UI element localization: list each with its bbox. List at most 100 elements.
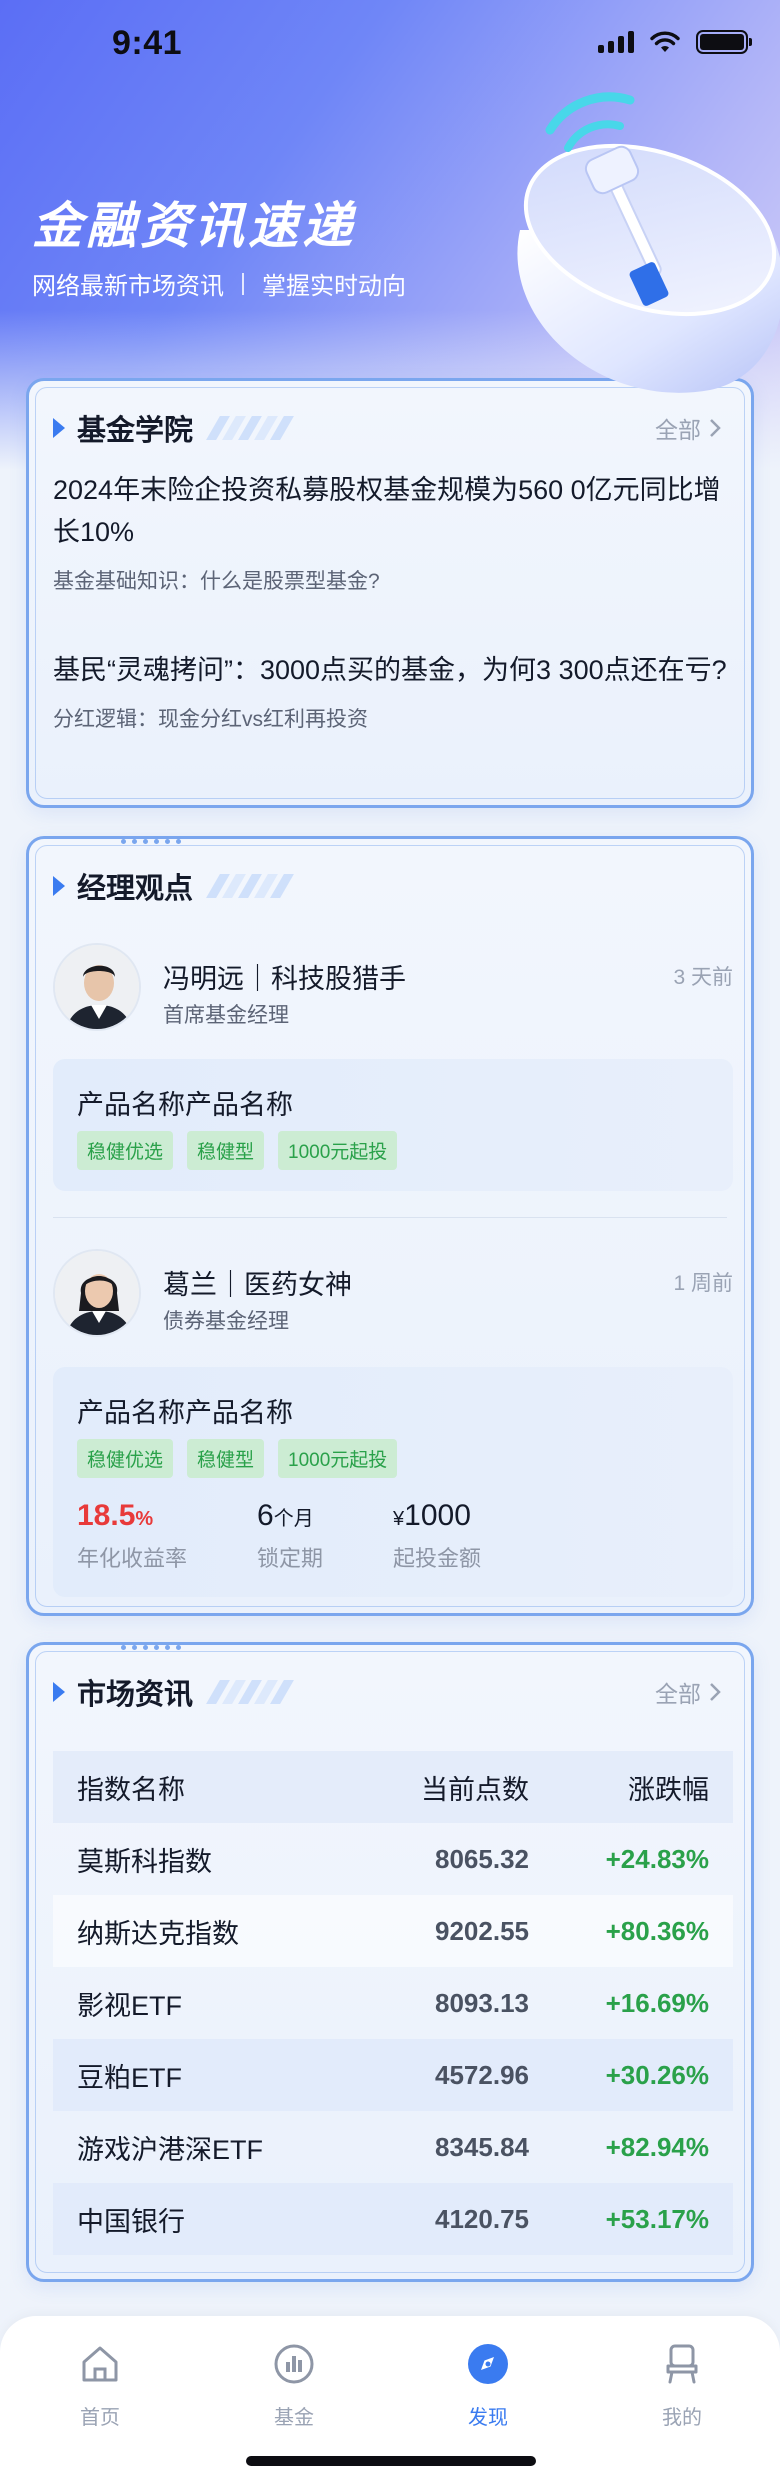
manager-name: 冯明远｜科技股猎手 xyxy=(163,964,406,994)
cellular-signal-icon xyxy=(598,31,634,53)
column-header: 指数名称 xyxy=(77,1774,185,1805)
stat-min-investment: ¥1000 起投金额 xyxy=(393,1499,481,1573)
manager-role: 首席基金经理 xyxy=(163,1004,289,1027)
decorative-stripes xyxy=(206,1680,294,1704)
table-row[interactable]: 游戏沪港深ETF 8345.84 +82.94% xyxy=(53,2111,733,2183)
table-row[interactable]: 莫斯科指数 8065.32 +24.83% xyxy=(53,1823,733,1895)
decorative-stripes xyxy=(206,416,294,440)
tab-label: 基金 xyxy=(274,2407,314,2429)
section-title: 基金学院 xyxy=(77,415,194,447)
table-row[interactable]: 豆粕ETF 4572.96 +30.26% xyxy=(53,2039,733,2111)
card-header: 基金学院 xyxy=(53,407,294,449)
satellite-dish-icon xyxy=(517,92,780,393)
stat-value: 6 xyxy=(257,1499,274,1532)
article-subtitle: 分红逻辑：现金分红vs红利再投资 xyxy=(53,708,368,731)
section-title: 经理观点 xyxy=(77,873,194,905)
product-tag: 稳健优选 xyxy=(77,1439,174,1478)
index-points: 9202.55 xyxy=(435,1915,529,1946)
article-title: 2024年末险企投资私募股权基金规模为560 0亿元同比增长10% xyxy=(53,475,721,547)
table-row[interactable]: 纳斯达克指数 9202.55 +80.36% xyxy=(53,1895,733,1967)
index-points: 8345.84 xyxy=(435,2131,529,2162)
index-points: 4572.96 xyxy=(435,2059,529,2090)
product-tags: 稳健优选 稳健型 1000元起投 xyxy=(77,1439,398,1478)
view-all-button[interactable]: 全部 xyxy=(655,1675,721,1709)
manager-item[interactable]: 葛兰｜医药女神 债券基金经理 1 周前 xyxy=(53,1249,733,1345)
battery-icon xyxy=(696,30,752,54)
table-row[interactable]: 中国银行 4120.75 +53.17% xyxy=(53,2183,733,2255)
index-change: +80.36% xyxy=(605,1915,709,1946)
tab-label: 发现 xyxy=(468,2407,508,2429)
product-tag: 1000元起投 xyxy=(278,1439,398,1478)
avatar xyxy=(53,1249,141,1337)
manager-item[interactable]: 冯明远｜科技股猎手 首席基金经理 3 天前 xyxy=(53,943,733,1039)
section-marker-icon xyxy=(53,876,65,896)
post-time: 3 天前 xyxy=(673,966,733,989)
table-header-row: 指数名称 当前点数 涨跌幅 xyxy=(53,1751,733,1823)
chevron-right-icon xyxy=(710,419,721,437)
market-info-card: 市场资讯 全部 指数名称 当前点数 涨跌幅 莫斯科指数 8065.32 +24.… xyxy=(26,1642,754,2282)
product-tag: 稳健型 xyxy=(187,1439,265,1478)
index-points: 8093.13 xyxy=(435,1987,529,2018)
product-tag: 稳健型 xyxy=(187,1131,265,1170)
decorative-dots xyxy=(121,1645,181,1650)
section-marker-icon xyxy=(53,1682,65,1702)
fund-chart-icon xyxy=(274,2344,314,2384)
product-stats: 18.5% 年化收益率 6个月 锁定期 ¥1000 起投金额 xyxy=(77,1499,551,1573)
index-name: 莫斯科指数 xyxy=(77,1846,212,1877)
hero-subtitle-left: 网络最新市场资讯 xyxy=(32,273,224,300)
product-card[interactable]: 产品名称产品名称 稳健优选 稳健型 1000元起投 xyxy=(53,1059,733,1191)
tab-fund[interactable]: 基金 xyxy=(234,2342,354,2430)
compass-icon xyxy=(468,2344,508,2384)
product-tags: 稳健优选 稳健型 1000元起投 xyxy=(77,1131,398,1170)
avatar xyxy=(53,943,141,1031)
status-bar: 9:41 xyxy=(0,0,780,90)
home-indicator xyxy=(246,2456,536,2466)
chevron-right-icon xyxy=(710,1683,721,1701)
index-change: +16.69% xyxy=(605,1987,709,2018)
index-name: 豆粕ETF xyxy=(77,2062,182,2093)
stat-value: 1000 xyxy=(404,1499,471,1532)
article-title: 基民“灵魂拷问”：3000点买的基金，为何3 300点还在亏? xyxy=(53,655,727,685)
product-name: 产品名称产品名称 xyxy=(77,1398,293,1428)
decorative-dots xyxy=(121,839,181,844)
tab-profile[interactable]: 我的 xyxy=(622,2342,742,2430)
card-header: 市场资讯 xyxy=(53,1671,294,1713)
index-points: 4120.75 xyxy=(435,2203,529,2234)
column-header: 涨跌幅 xyxy=(628,1774,709,1805)
table-row[interactable]: 影视ETF 8093.13 +16.69% xyxy=(53,1967,733,2039)
product-card[interactable]: 产品名称产品名称 稳健优选 稳健型 1000元起投 18.5% 年化收益率 6个… xyxy=(53,1367,733,1597)
decorative-stripes xyxy=(206,874,294,898)
stat-annual-return: 18.5% 年化收益率 xyxy=(77,1499,187,1573)
card-header: 经理观点 xyxy=(53,865,294,907)
profile-icon xyxy=(666,2344,698,2384)
stat-label: 锁定期 xyxy=(257,1546,324,1571)
market-table: 指数名称 当前点数 涨跌幅 莫斯科指数 8065.32 +24.83% 纳斯达克… xyxy=(53,1751,733,2255)
index-change: +53.17% xyxy=(605,2203,709,2234)
subtitle-divider xyxy=(242,272,244,295)
index-change: +30.26% xyxy=(605,2059,709,2090)
status-icons xyxy=(598,30,752,54)
stat-lock-period: 6个月 锁定期 xyxy=(257,1499,323,1573)
column-header: 当前点数 xyxy=(421,1774,529,1805)
tab-discover[interactable]: 发现 xyxy=(428,2342,548,2430)
stat-currency: ¥ xyxy=(393,1508,405,1530)
article-item[interactable]: 基民“灵魂拷问”：3000点买的基金，为何3 300点还在亏? 分红逻辑：现金分… xyxy=(53,649,733,733)
index-change: +24.83% xyxy=(605,1843,709,1874)
index-name: 游戏沪港深ETF xyxy=(77,2134,263,2165)
article-item[interactable]: 2024年末险企投资私募股权基金规模为560 0亿元同比增长10% 基金基础知识… xyxy=(53,469,733,595)
manager-name: 葛兰｜医药女神 xyxy=(163,1270,352,1300)
status-time: 9:41 xyxy=(112,24,183,62)
stat-unit: % xyxy=(135,1508,154,1530)
product-tag: 稳健优选 xyxy=(77,1131,174,1170)
section-title: 市场资讯 xyxy=(77,1679,194,1711)
index-points: 8065.32 xyxy=(435,1843,529,1874)
tab-label: 首页 xyxy=(80,2407,120,2429)
stat-unit: 个月 xyxy=(273,1508,314,1530)
stat-label: 年化收益率 xyxy=(77,1546,188,1571)
divider xyxy=(53,1217,727,1218)
tab-home[interactable]: 首页 xyxy=(40,2342,160,2430)
index-name: 中国银行 xyxy=(77,2206,185,2237)
index-name: 纳斯达克指数 xyxy=(77,1918,239,1949)
product-tag: 1000元起投 xyxy=(278,1131,398,1170)
fund-academy-card: 基金学院 全部 2024年末险企投资私募股权基金规模为560 0亿元同比增长10… xyxy=(26,378,754,808)
